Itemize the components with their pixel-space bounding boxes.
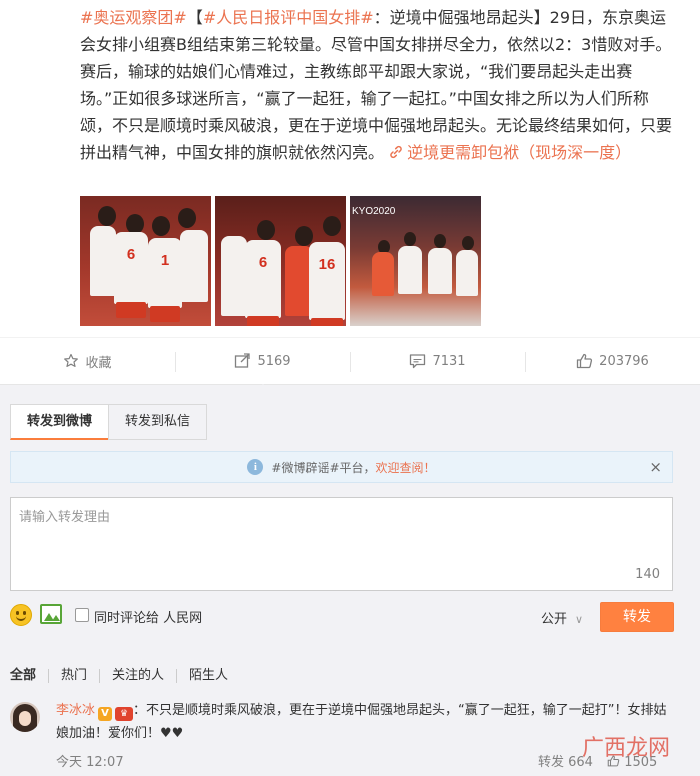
photo-3[interactable]: KYO2020	[350, 196, 481, 326]
topic-tag-olympics[interactable]: #奥运观察团#	[80, 8, 187, 27]
photo-3-banner: KYO2020	[352, 206, 396, 217]
chevron-down-icon: ∨	[575, 613, 584, 626]
favorite-label: 收藏	[85, 355, 112, 371]
filter-following[interactable]: 关注的人	[112, 669, 178, 683]
forward-tabs: 转发到微博 转发到私信	[10, 404, 208, 440]
forward-toolbar: 同时评论给 人民网 公开 ∨ 转发	[10, 599, 674, 633]
repost-count: 5169	[257, 353, 291, 369]
comment-button[interactable]: 7131	[350, 338, 525, 384]
comment-time: 今天 12:07	[56, 755, 124, 770]
avatar[interactable]	[10, 702, 40, 732]
also-comment-checkbox[interactable]	[75, 608, 89, 622]
bracket-open: 【	[186, 8, 203, 27]
info-icon: i	[247, 459, 264, 475]
filter-all[interactable]: 全部	[10, 669, 50, 683]
thumbs-up-icon	[577, 353, 593, 369]
link-icon	[390, 145, 402, 159]
comment-filters: 全部 热门 关注的人 陌生人	[10, 669, 252, 683]
favorite-button[interactable]: 收藏	[0, 338, 175, 384]
star-icon	[64, 353, 79, 367]
post-text: #奥运观察团#【#人民日报评中国女排#：逆境中倔强地昂起头】29日，东京奥运会女…	[80, 4, 680, 166]
char-counter: 140	[635, 567, 660, 582]
tab-forward-weibo[interactable]: 转发到微博	[10, 404, 110, 440]
action-bar: 收藏 5169 7131 203796	[0, 337, 700, 391]
repost-icon	[235, 353, 251, 368]
post-body: ：逆境中倔强地昂起头】29日，东京奥运会女排小组赛B组结束第三轮较量。尽管中国女…	[80, 8, 673, 162]
image-icon[interactable]	[40, 604, 62, 624]
filter-strangers[interactable]: 陌生人	[189, 669, 240, 683]
repost-button[interactable]: 5169	[175, 338, 350, 391]
filter-hot[interactable]: 热门	[61, 669, 101, 683]
photo-1[interactable]: 6 1	[80, 196, 211, 326]
verified-badge-icon: V	[98, 707, 113, 721]
site-watermark: 广西龙网	[581, 736, 670, 761]
like-button[interactable]: 203796	[525, 338, 700, 384]
article-link[interactable]: 逆境更需卸包袱（现场深一度）	[389, 143, 631, 162]
visibility-select[interactable]: 公开 ∨	[541, 608, 583, 627]
comment-text: ：不只是顺境时乘风破浪，更在于逆境中倔强地昂起头，“赢了一起狂，输了一起打”！女…	[56, 703, 667, 741]
photo-2[interactable]: 6 16	[215, 196, 346, 326]
topic-tag-peoples-daily[interactable]: #人民日报评中国女排#	[203, 8, 374, 27]
also-comment-label: 同时评论给 人民网	[94, 611, 203, 626]
member-badge-icon: ♛	[115, 707, 134, 721]
like-count: 203796	[599, 353, 649, 369]
emoji-icon[interactable]	[10, 604, 32, 626]
comment-username[interactable]: 李冰冰	[56, 703, 95, 718]
submit-forward-button[interactable]: 转发	[600, 602, 674, 632]
repost-reason-placeholder: 请输入转发理由	[19, 510, 111, 525]
repost-reason-input[interactable]: 请输入转发理由 140	[10, 497, 673, 591]
forward-panel: 转发到微博 转发到私信 i #微博辟谣#平台， 欢迎查阅！ × 请输入转发理由 1…	[0, 385, 700, 776]
rumor-notice: i #微博辟谣#平台， 欢迎查阅！ ×	[10, 451, 673, 483]
article-link-text: 逆境更需卸包袱（现场深一度）	[407, 143, 632, 162]
comment-icon	[410, 354, 426, 369]
tab-forward-private[interactable]: 转发到私信	[108, 404, 208, 440]
notice-link[interactable]: 欢迎查阅！	[376, 459, 436, 476]
close-icon[interactable]: ×	[649, 458, 662, 476]
comment-count: 7131	[432, 353, 466, 369]
visibility-value: 公开	[541, 612, 568, 627]
notice-text: #微博辟谣#平台，	[271, 460, 376, 475]
